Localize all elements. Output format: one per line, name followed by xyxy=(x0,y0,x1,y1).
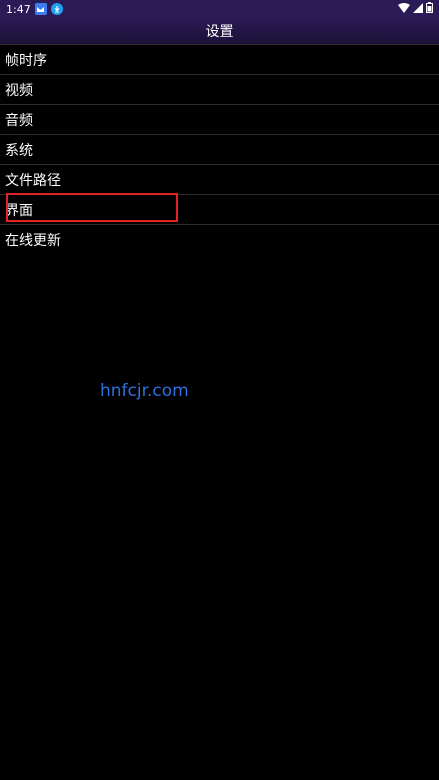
menu-item-online-update[interactable]: 在线更新 xyxy=(0,225,439,254)
status-time: 1:47 xyxy=(6,2,31,16)
menu-item-label: 在线更新 xyxy=(5,232,61,249)
download-notification-icon xyxy=(50,3,63,15)
status-bar: 1:47 xyxy=(0,0,439,18)
menu-item-frame-timing[interactable]: 帧时序 xyxy=(0,45,439,75)
cell-signal-icon xyxy=(413,2,423,16)
menu-item-label: 界面 xyxy=(5,202,33,219)
menu-item-interface[interactable]: 界面 xyxy=(0,195,439,225)
status-left: 1:47 xyxy=(6,3,63,16)
status-right xyxy=(398,2,433,16)
menu-item-system[interactable]: 系统 xyxy=(0,135,439,165)
menu-item-video[interactable]: 视频 xyxy=(0,75,439,105)
page-title: 设置 xyxy=(205,24,234,40)
menu-item-label: 系统 xyxy=(5,142,33,159)
title-bar: 设置 xyxy=(0,18,439,45)
menu-item-label: 帧时序 xyxy=(5,52,47,69)
menu-item-label: 视频 xyxy=(5,82,33,99)
watermark-text: hnfcjr.com xyxy=(100,381,189,401)
menu-item-label: 文件路径 xyxy=(5,172,61,189)
menu-item-audio[interactable]: 音频 xyxy=(0,105,439,135)
battery-icon xyxy=(426,2,433,16)
app-notification-icon xyxy=(34,3,47,15)
menu-item-file-paths[interactable]: 文件路径 xyxy=(0,165,439,195)
wifi-icon xyxy=(398,2,410,16)
menu-item-label: 音频 xyxy=(5,112,33,129)
settings-menu: 帧时序 视频 音频 系统 文件路径 界面 在线更新 xyxy=(0,45,439,254)
